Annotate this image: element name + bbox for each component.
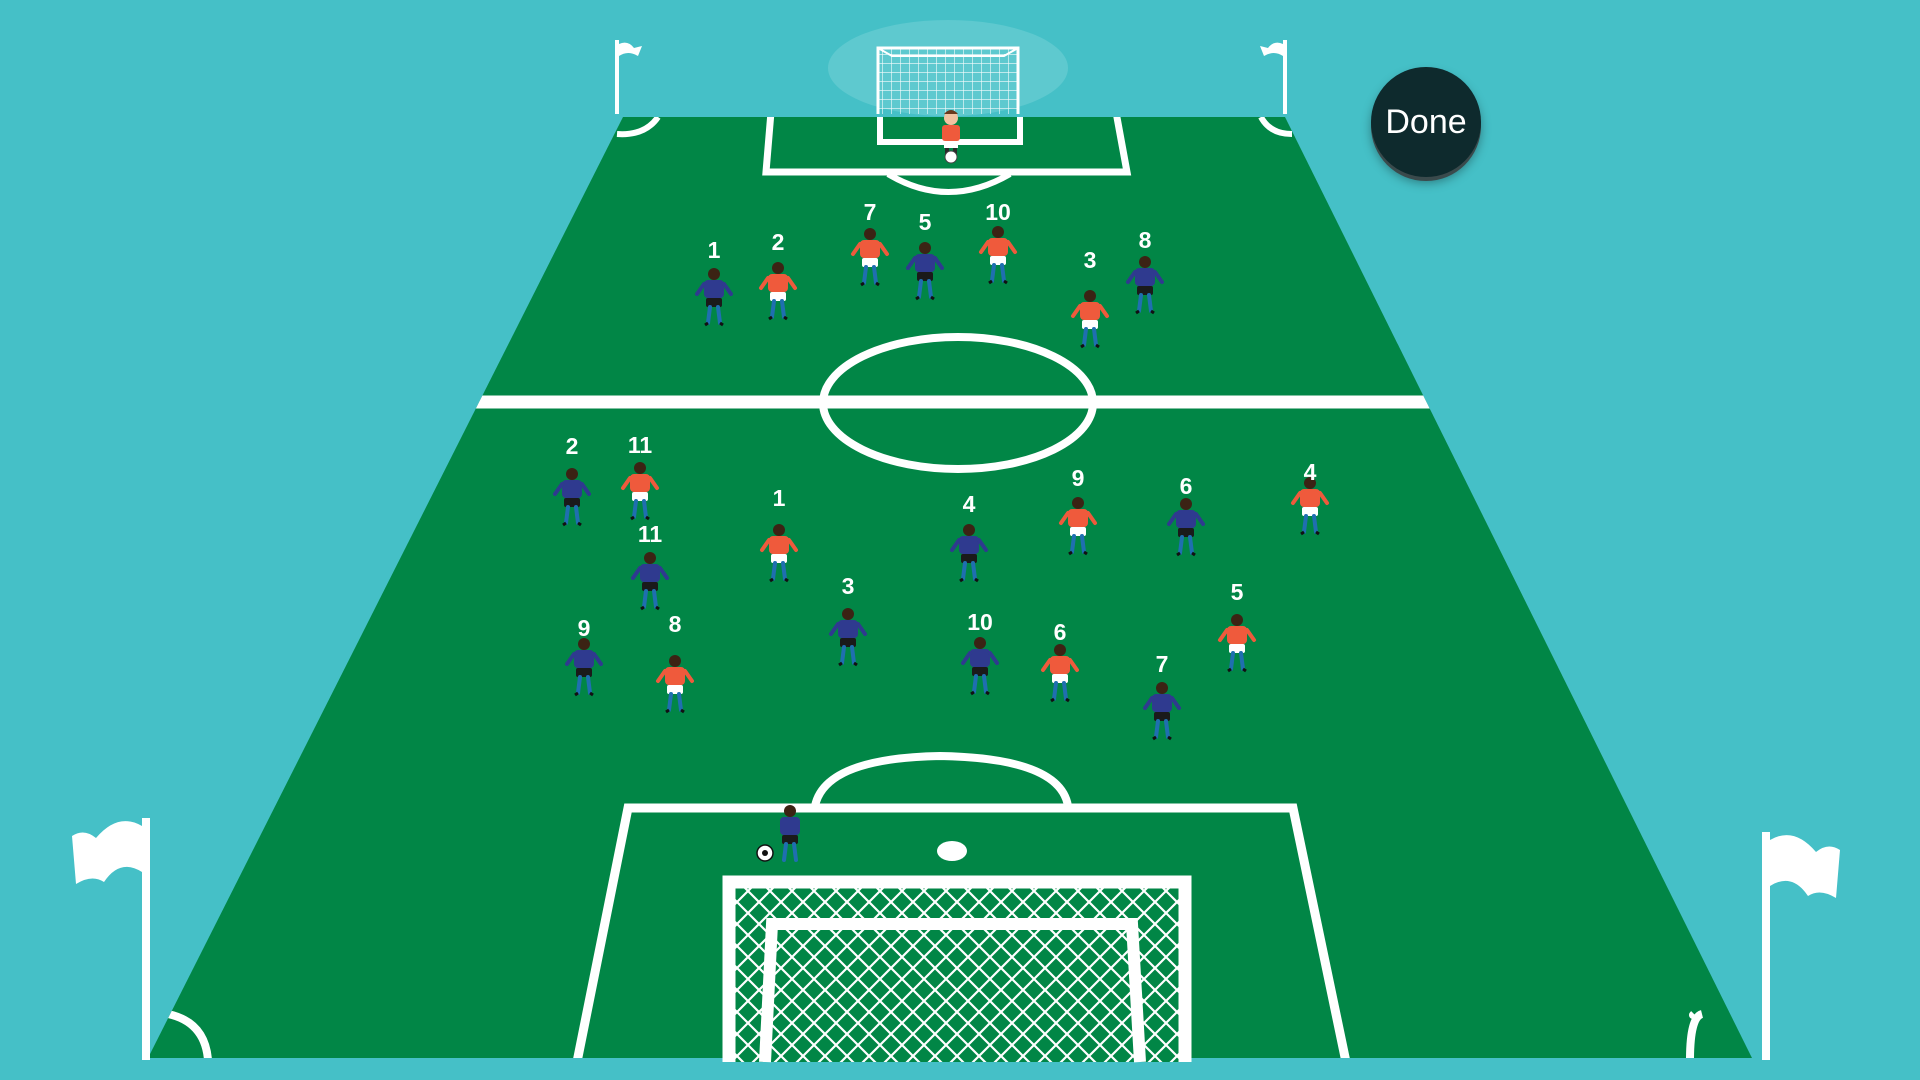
red-player-number: 5 <box>1231 579 1244 605</box>
corner-flag-near-right <box>1762 832 1840 1060</box>
blue-player-number: 1 <box>708 237 721 263</box>
far-goal <box>876 46 1020 114</box>
blue-player-number: 8 <box>1139 227 1152 253</box>
red-player-number: 4 <box>1304 459 1317 485</box>
red-player-number: 3 <box>1084 247 1097 273</box>
blue-player-number: 2 <box>566 433 579 459</box>
red-player-number: 2 <box>772 229 785 255</box>
blue-player-number: 10 <box>967 609 993 635</box>
red-player-number: 11 <box>628 432 653 458</box>
red-player-number: 8 <box>669 611 682 637</box>
red-player-number: 6 <box>1054 619 1067 645</box>
corner-flag-far-left <box>615 40 642 114</box>
soccer-ball-icon[interactable] <box>756 844 774 862</box>
blue-player-number: 11 <box>638 521 663 547</box>
blue-player-number: 9 <box>578 615 591 641</box>
red-player-number: 9 <box>1072 465 1085 491</box>
blue-player-number: 6 <box>1180 473 1193 499</box>
corner-flag-far-right <box>1260 40 1287 114</box>
soccer-pitch-scene: 27 1031119 46851582114631097 <box>72 20 1840 1063</box>
blue-player-number: 7 <box>1156 651 1169 677</box>
near-goal <box>722 875 1192 1063</box>
red-player-number: 1 <box>773 485 786 511</box>
red-player-number: 10 <box>985 199 1011 225</box>
blue-player-number: 5 <box>919 209 932 235</box>
blue-player-number: 4 <box>963 491 976 517</box>
penalty-spot <box>937 841 967 861</box>
done-button[interactable]: Done <box>1371 67 1481 177</box>
red-player-number: 7 <box>864 199 877 225</box>
blue-player-number: 3 <box>842 573 855 599</box>
corner-flag-near-left <box>72 818 150 1060</box>
